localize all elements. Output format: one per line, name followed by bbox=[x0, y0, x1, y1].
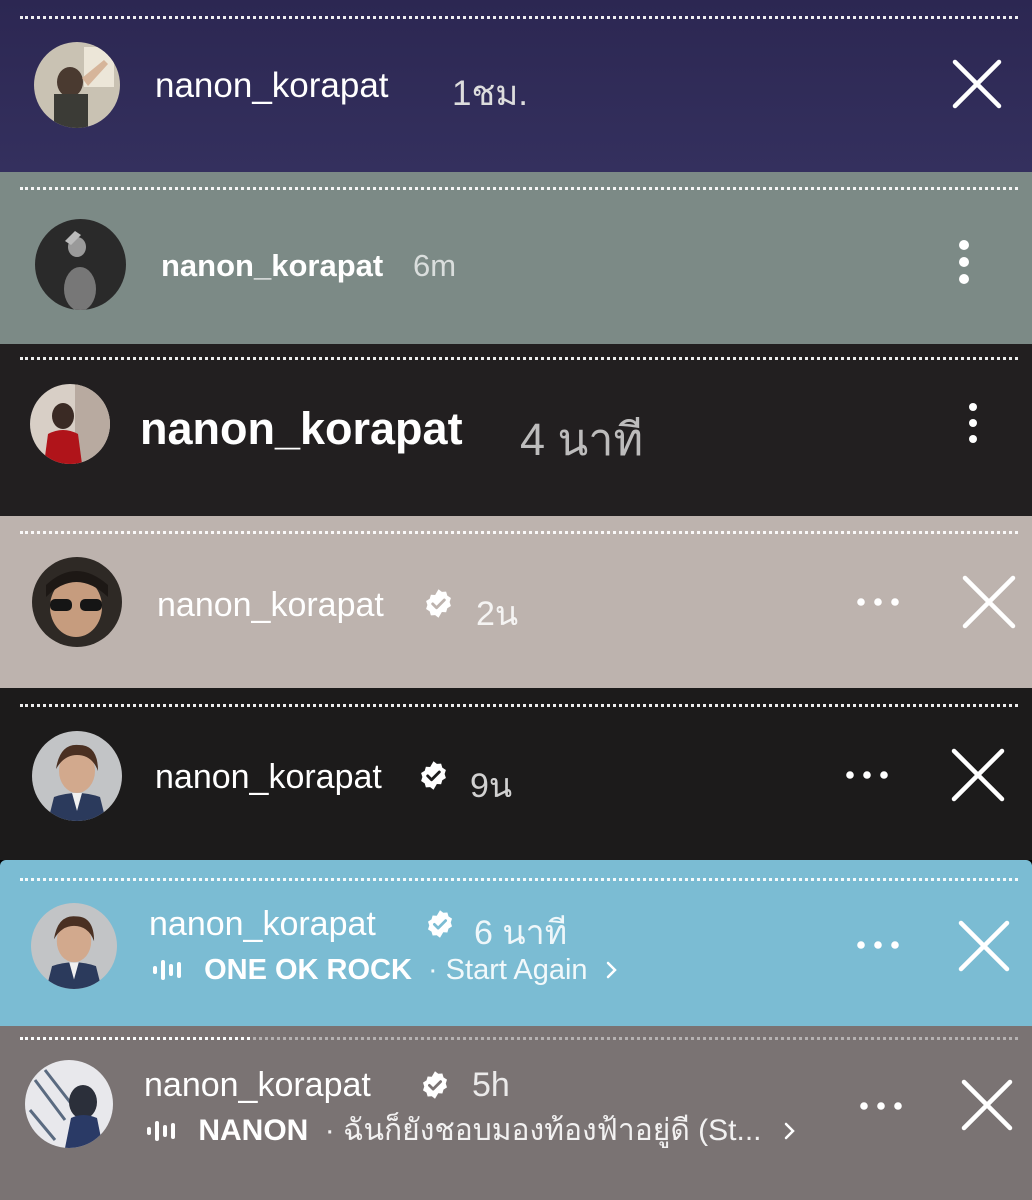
chevron-right-icon bbox=[606, 962, 617, 979]
story-header-5: nanon_korapat 9น bbox=[0, 688, 1032, 860]
story-header-4: nanon_korapat 2น bbox=[0, 516, 1032, 688]
avatar[interactable] bbox=[25, 1060, 113, 1148]
story-header-2: nanon_korapat 6m bbox=[0, 172, 1032, 344]
music-equalizer-icon bbox=[153, 960, 181, 981]
story-header-7: nanon_korapat 5h NANON · ฉันก็ยังชอบมองท… bbox=[0, 1026, 1032, 1200]
more-horizontal-icon bbox=[846, 771, 888, 779]
close-icon bbox=[962, 575, 1016, 629]
more-horizontal-icon bbox=[857, 941, 899, 949]
close-button[interactable] bbox=[952, 59, 1002, 109]
verified-badge-icon bbox=[428, 910, 452, 938]
username[interactable]: nanon_korapat bbox=[155, 758, 382, 797]
more-vertical-icon bbox=[969, 403, 977, 443]
more-options-button[interactable] bbox=[962, 400, 984, 446]
story-progress-bar bbox=[20, 16, 1018, 19]
avatar[interactable] bbox=[32, 731, 122, 821]
avatar[interactable] bbox=[31, 903, 117, 989]
story-progress-bar bbox=[20, 878, 1018, 881]
avatar[interactable] bbox=[30, 384, 110, 464]
story-header-6: nanon_korapat 6 นาที ONE OK ROCK · Start… bbox=[0, 860, 1032, 1026]
more-options-button[interactable] bbox=[842, 765, 892, 785]
close-button[interactable] bbox=[960, 1078, 1014, 1132]
story-timestamp: 1ชม. bbox=[452, 74, 529, 113]
avatar[interactable] bbox=[32, 557, 122, 647]
more-options-button[interactable] bbox=[950, 238, 978, 288]
story-progress-bar bbox=[20, 357, 1018, 360]
close-button[interactable] bbox=[957, 919, 1011, 973]
music-attribution[interactable]: NANON · ฉันก็ยังชอบมองท้องฟ้าอยู่ดี (St.… bbox=[146, 1110, 798, 1150]
story-progress-bar bbox=[20, 704, 1018, 707]
username[interactable]: nanon_korapat bbox=[155, 66, 389, 106]
more-options-button[interactable] bbox=[853, 592, 903, 612]
more-vertical-icon bbox=[959, 240, 969, 284]
avatar[interactable] bbox=[34, 42, 120, 128]
story-header-1: nanon_korapat 1ชม. bbox=[0, 0, 1032, 172]
username[interactable]: nanon_korapat bbox=[157, 586, 384, 625]
verified-badge-icon bbox=[426, 589, 451, 618]
story-progress-bar bbox=[20, 1037, 1018, 1040]
close-icon bbox=[958, 920, 1010, 972]
music-equalizer-icon bbox=[147, 1121, 175, 1142]
story-timestamp: 2น bbox=[476, 595, 519, 633]
story-timestamp: 4 นาที bbox=[520, 414, 644, 465]
more-horizontal-icon bbox=[857, 598, 899, 606]
close-button[interactable] bbox=[961, 574, 1017, 630]
more-options-button[interactable] bbox=[856, 1096, 906, 1116]
music-attribution[interactable]: ONE OK ROCK · Start Again bbox=[152, 950, 620, 988]
music-track: · Start Again bbox=[427, 954, 588, 987]
music-track: · ฉันก็ยังชอบมองท้องฟ้าอยู่ดี (St... bbox=[324, 1114, 762, 1148]
story-timestamp: 5h bbox=[472, 1066, 510, 1104]
avatar[interactable] bbox=[35, 219, 126, 310]
more-horizontal-icon bbox=[860, 1102, 902, 1110]
verified-badge-icon bbox=[423, 1071, 447, 1099]
music-artist: NANON bbox=[198, 1114, 309, 1148]
music-artist: ONE OK ROCK bbox=[204, 954, 412, 987]
story-header-3: nanon_korapat 4 นาที bbox=[0, 344, 1032, 516]
story-timestamp: 9น bbox=[470, 767, 513, 805]
username[interactable]: nanon_korapat bbox=[140, 403, 463, 455]
username[interactable]: nanon_korapat bbox=[144, 1066, 371, 1105]
username[interactable]: nanon_korapat bbox=[149, 905, 376, 944]
more-options-button[interactable] bbox=[853, 935, 903, 955]
close-icon bbox=[961, 1079, 1013, 1131]
story-timestamp: 6m bbox=[413, 248, 457, 283]
story-progress-bar bbox=[20, 531, 1018, 534]
chevron-right-icon bbox=[784, 1122, 795, 1140]
close-icon bbox=[952, 59, 1002, 109]
close-icon bbox=[951, 748, 1005, 802]
username[interactable]: nanon_korapat bbox=[161, 248, 383, 284]
verified-badge-icon bbox=[421, 761, 446, 790]
close-button[interactable] bbox=[950, 747, 1006, 803]
story-progress-bar bbox=[20, 187, 1018, 190]
